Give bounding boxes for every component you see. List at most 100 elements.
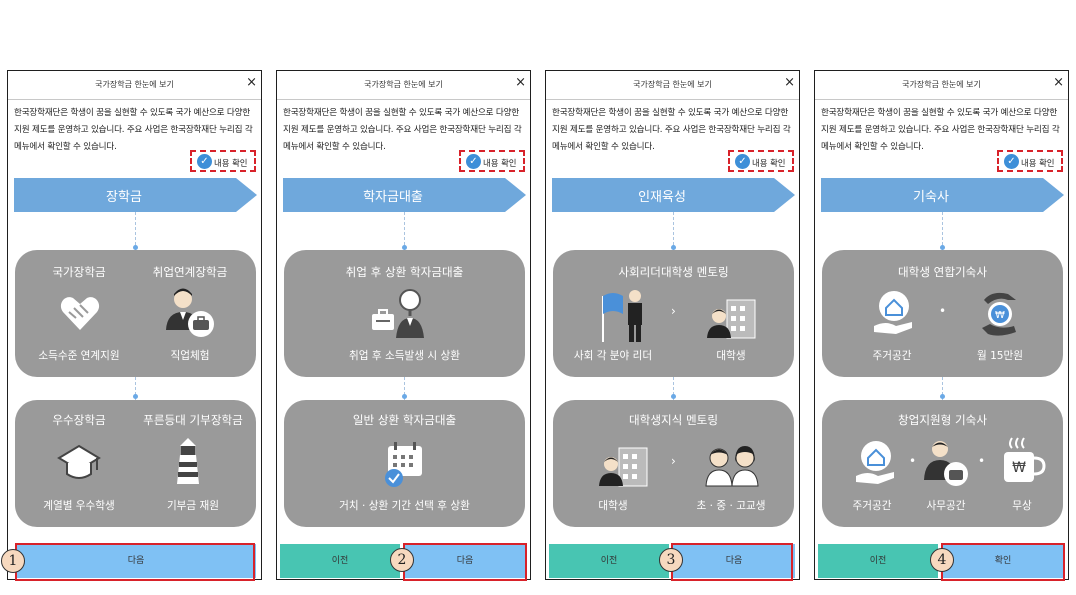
- prev-button-label: 이전: [600, 556, 618, 566]
- step-4-highlight: [941, 543, 1065, 581]
- banner-title: 인재육성: [638, 190, 686, 205]
- category-banner: 인재육성: [552, 178, 795, 212]
- card-title: 대학생지식 멘토링: [628, 413, 719, 427]
- program-card-2: 창업지원형 기숙사 • • ₩ 주거공간 사무공간 무상: [822, 400, 1063, 527]
- house-hand-icon: [874, 291, 912, 334]
- card-sub: 거치 · 상환 기간 선택 후 상환: [339, 500, 470, 512]
- card-sub-right: 월 15만원: [976, 350, 1024, 362]
- program-card-1: 대학생 연합기숙사 • ₩ 주거공간 월 15만원: [822, 250, 1063, 377]
- dialog-titlebar: 국가장학금 한눈에 보기 ×: [8, 71, 261, 100]
- program-card-2: 우수장학금 푸른등대 기부장학금 계열별 우수학생 기부금 재원: [15, 400, 256, 527]
- card-title-right: 취업연계장학금: [152, 265, 228, 279]
- content-confirm-checkbox[interactable]: ✓ 내용 확인: [728, 150, 794, 172]
- job-search-icon: [372, 289, 424, 338]
- description-text: 한국장학재단은 학생이 꿈을 실현할 수 있도록 국가 예산으로 다양한 지원 …: [283, 108, 522, 152]
- card-title: 대학생 연합기숙사: [897, 265, 988, 279]
- category-banner: 학자금대출: [283, 178, 526, 212]
- card-sub-2: 사무공간: [926, 500, 966, 512]
- check-icon: ✓: [466, 154, 481, 169]
- content-confirm-label: 내용 확인: [1021, 158, 1055, 168]
- close-icon[interactable]: ×: [784, 76, 795, 89]
- card-title: 창업지원형 기숙사: [897, 413, 988, 427]
- card-sub-left: 대학생: [598, 500, 628, 512]
- dialog-title: 국가장학금 한눈에 보기: [633, 80, 712, 89]
- calendar-check-icon: [385, 442, 422, 487]
- free-coffee-icon: ₩: [1004, 437, 1046, 482]
- student-building-icon: [599, 447, 648, 487]
- children-icon: [705, 446, 759, 487]
- lighthouse-icon: [177, 438, 199, 484]
- program-card-1: 사회리더대학생 멘토링 › 사회 각 분야 리더 대학생: [553, 250, 794, 377]
- card-sub-right: 초 · 중 · 고교생: [696, 500, 766, 512]
- step-2-highlight: [403, 543, 527, 581]
- connector-dot: [402, 394, 407, 399]
- dialog-dormitory: 국가장학금 한눈에 보기 × 한국장학재단은 학생이 꿈을 실현할 수 있도록 …: [814, 70, 1069, 580]
- step-1-highlight: [15, 543, 255, 581]
- prev-button[interactable]: 이전: [280, 544, 400, 578]
- category-banner: 장학금: [14, 178, 257, 212]
- check-icon: ✓: [735, 154, 750, 169]
- banner-title: 학자금대출: [363, 190, 423, 205]
- won-coin-hand-icon: ₩: [982, 292, 1016, 336]
- card-sub-left: 계열별 우수학생: [43, 500, 115, 512]
- dialog-titlebar: 국가장학금 한눈에 보기 ×: [546, 71, 799, 100]
- check-icon: ✓: [1004, 154, 1019, 169]
- dialog-titlebar: 국가장학금 한눈에 보기 ×: [815, 71, 1068, 100]
- step-number-3: 3: [659, 548, 683, 572]
- banner-title: 기숙사: [913, 190, 949, 205]
- student-building-icon: [707, 299, 756, 339]
- content-confirm-checkbox[interactable]: ✓ 내용 확인: [190, 150, 256, 172]
- step-number-1: 1: [1, 549, 25, 573]
- dialog-title: 국가장학금 한눈에 보기: [364, 80, 443, 89]
- close-icon[interactable]: ×: [1053, 76, 1064, 89]
- job-experience-icon: [166, 288, 214, 337]
- program-card-1: 취업 후 상환 학자금대출 취업 후 소득발생 시 상환: [284, 250, 525, 377]
- house-hand-icon: [856, 441, 894, 484]
- prev-button-label: 이전: [869, 556, 887, 566]
- step-number-2: 2: [390, 548, 414, 572]
- leader-flag-icon: [602, 290, 642, 342]
- arrow-separator: ›: [671, 454, 676, 468]
- dialog-title: 국가장학금 한눈에 보기: [902, 80, 981, 89]
- card-sub-left: 주거공간: [872, 350, 912, 362]
- card-title-right: 푸른등대 기부장학금: [143, 413, 243, 427]
- content-confirm-checkbox[interactable]: ✓ 내용 확인: [459, 150, 525, 172]
- prev-button-label: 이전: [331, 556, 349, 566]
- step-number-4: 4: [930, 548, 954, 572]
- arrow-separator: ›: [671, 304, 676, 318]
- svg-text:₩: ₩: [995, 310, 1005, 321]
- card-title: 취업 후 상환 학자금대출: [345, 265, 464, 279]
- prev-button[interactable]: 이전: [549, 544, 669, 578]
- content-confirm-label: 내용 확인: [483, 158, 517, 168]
- description-text: 한국장학재단은 학생이 꿈을 실현할 수 있도록 국가 예산으로 다양한 지원 …: [821, 108, 1060, 152]
- close-icon[interactable]: ×: [515, 76, 526, 89]
- dot-separator: •: [909, 454, 917, 468]
- content-confirm-checkbox[interactable]: ✓ 내용 확인: [997, 150, 1063, 172]
- dot-separator: •: [939, 304, 947, 318]
- close-icon[interactable]: ×: [246, 76, 257, 89]
- dialog-student-loan: 국가장학금 한눈에 보기 × 한국장학재단은 학생이 꿈을 실현할 수 있도록 …: [276, 70, 531, 580]
- card-title: 사회리더대학생 멘토링: [618, 265, 729, 279]
- card-sub-3: 무상: [1012, 500, 1032, 512]
- card-sub-right: 대학생: [716, 350, 746, 362]
- card-sub: 취업 후 소득발생 시 상환: [349, 350, 460, 362]
- card-sub-right: 직업체험: [170, 350, 210, 362]
- office-worker-icon: [924, 441, 968, 486]
- content-confirm-label: 내용 확인: [214, 158, 248, 168]
- card-title-left: 국가장학금: [52, 265, 106, 279]
- dialog-scholarship: 국가장학금 한눈에 보기 × 한국장학재단은 학생이 꿈을 실현할 수 있도록 …: [7, 70, 262, 580]
- description-text: 한국장학재단은 학생이 꿈을 실현할 수 있도록 국가 예산으로 다양한 지원 …: [14, 108, 253, 152]
- program-card-1: 국가장학금 취업연계장학금 소득수준 연계지원 직업체험: [15, 250, 256, 377]
- handshake-heart-icon: [60, 297, 100, 330]
- card-sub-left: 소득수준 연계지원: [38, 350, 120, 362]
- dialog-talent-development: 국가장학금 한눈에 보기 × 한국장학재단은 학생이 꿈을 실현할 수 있도록 …: [545, 70, 800, 580]
- check-icon: ✓: [197, 154, 212, 169]
- card-sub-left: 사회 각 분야 리더: [573, 350, 653, 362]
- banner-title: 장학금: [106, 190, 142, 205]
- card-title: 일반 상환 학자금대출: [352, 413, 457, 427]
- content-confirm-label: 내용 확인: [752, 158, 786, 168]
- prev-button[interactable]: 이전: [818, 544, 938, 578]
- connector-dot: [133, 394, 138, 399]
- connector-dot: [940, 394, 945, 399]
- program-card-2: 일반 상환 학자금대출 거치 · 상환 기간 선택 후 상환: [284, 400, 525, 527]
